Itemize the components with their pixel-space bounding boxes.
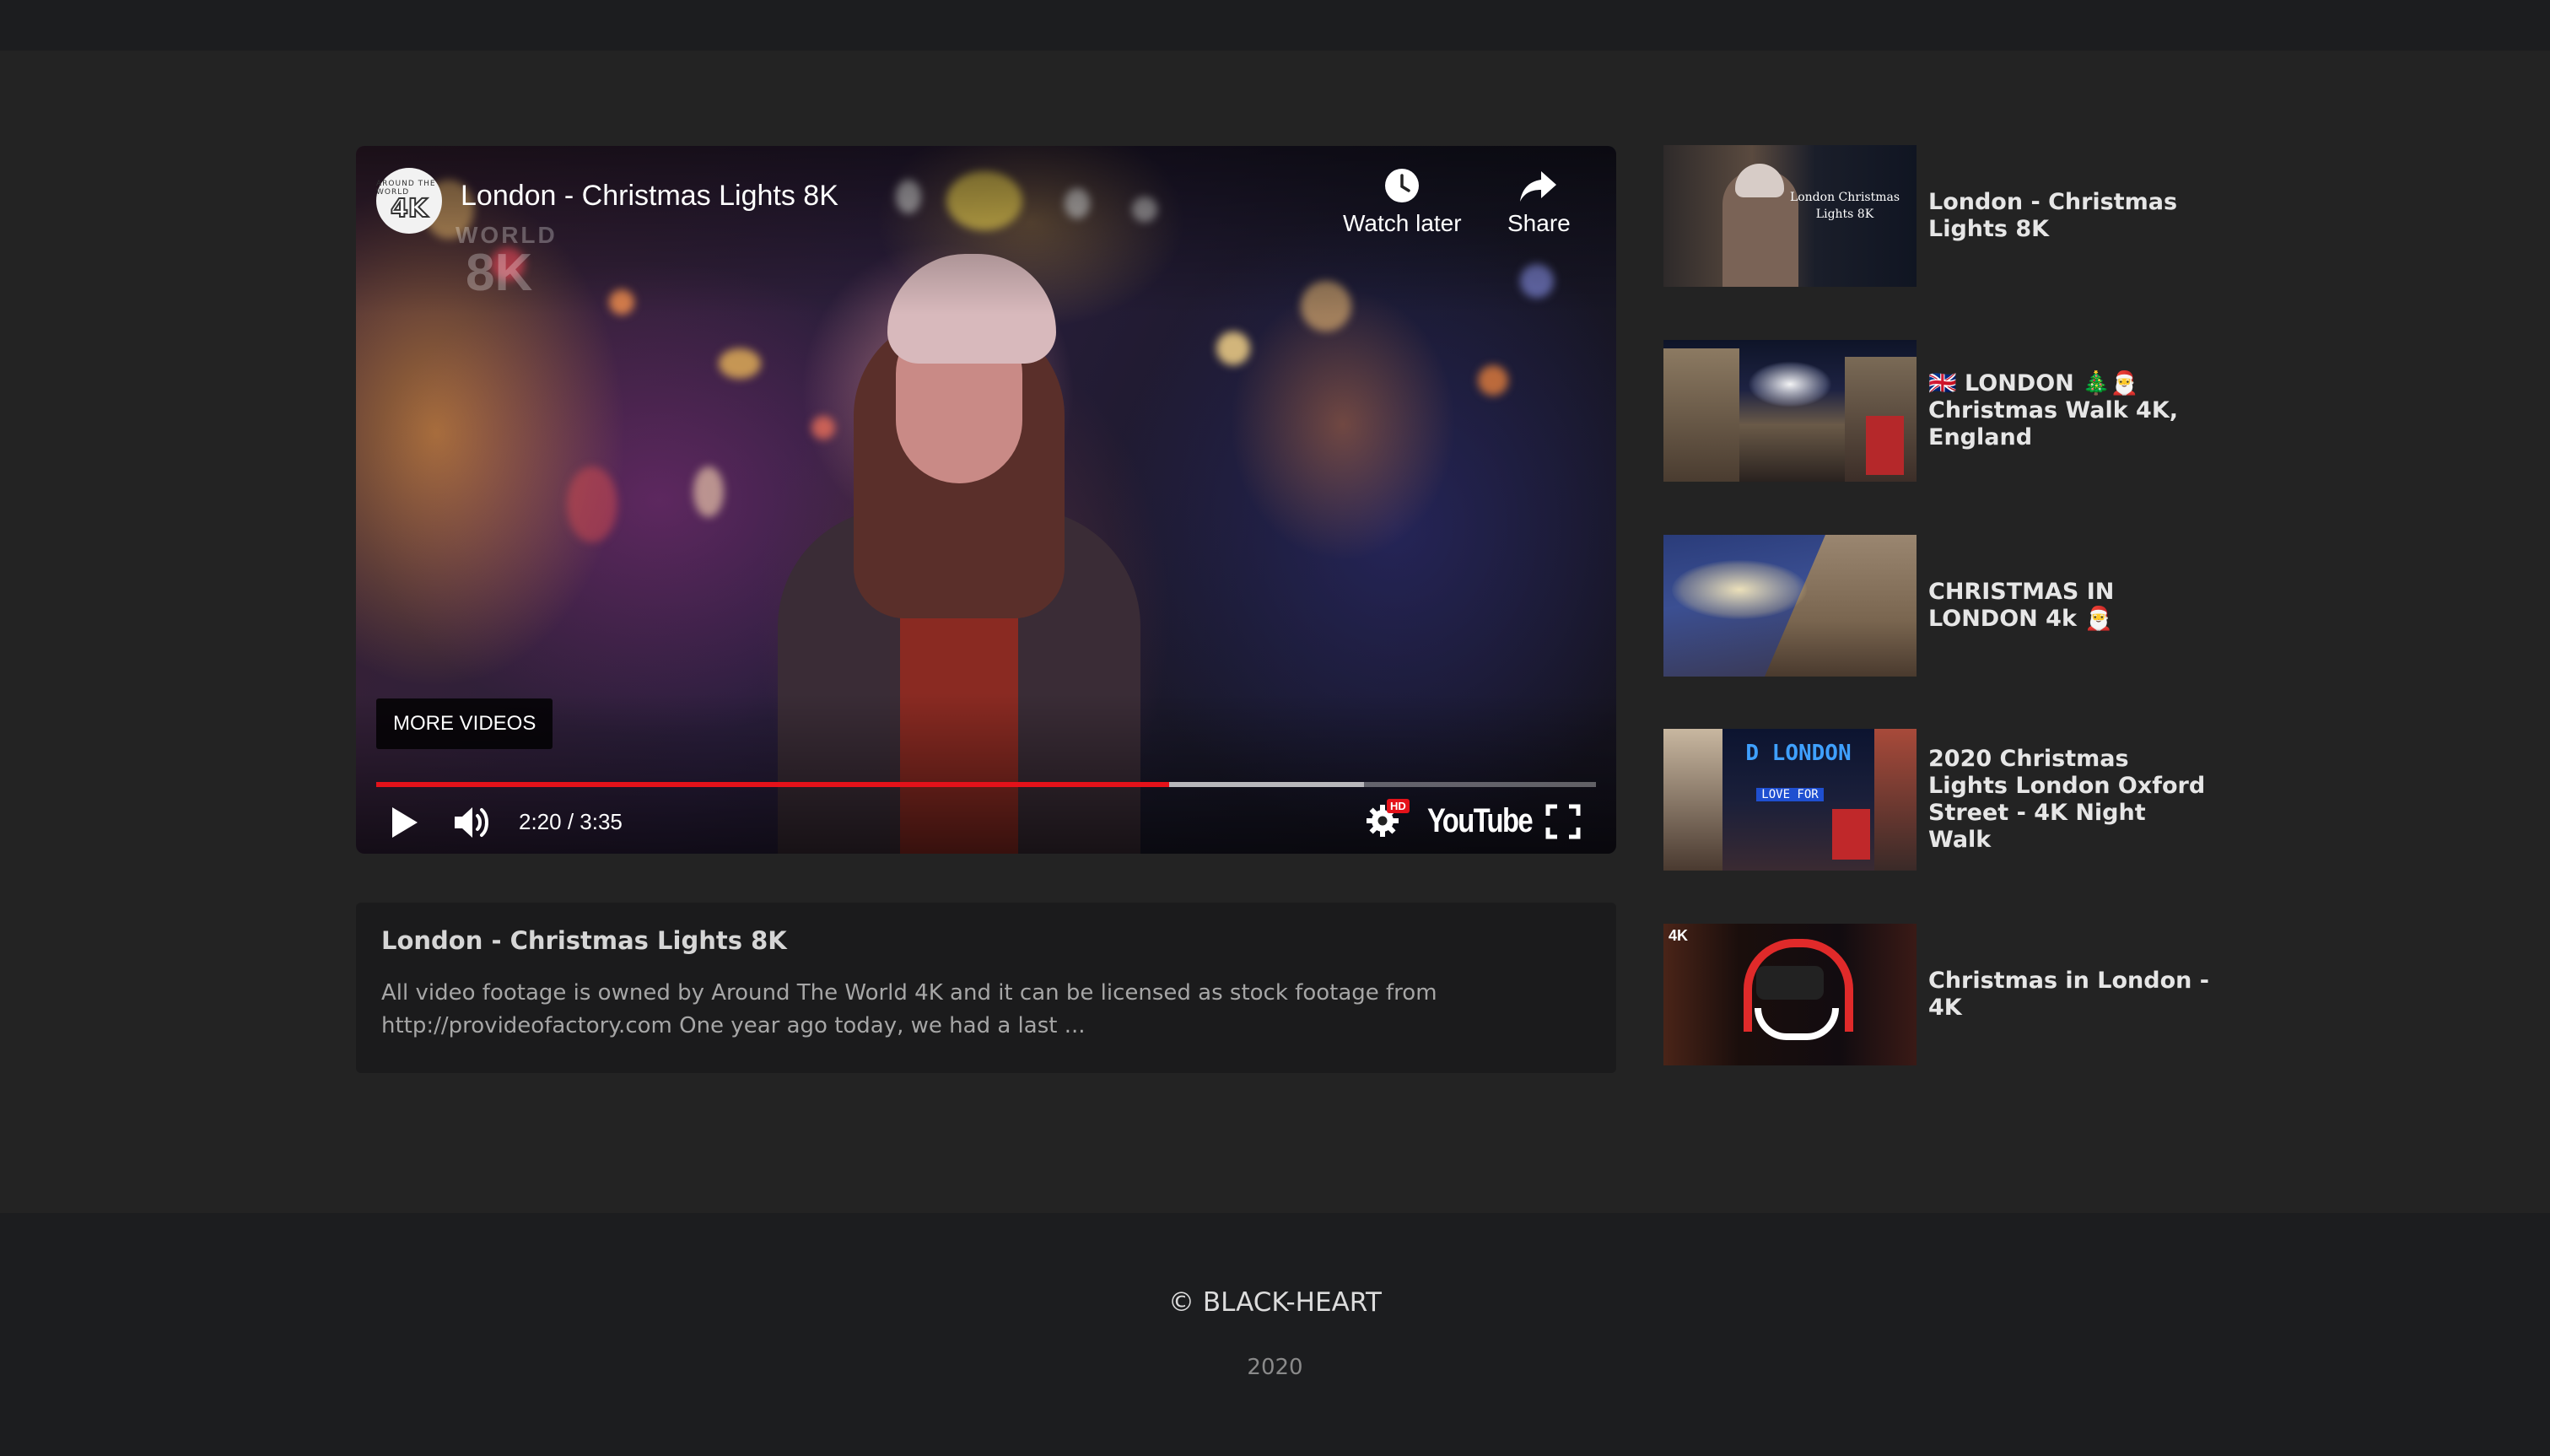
playlist-item-title[interactable]: CHRISTMAS IN LONDON 4k 🎅	[1928, 535, 2215, 677]
progress-played	[376, 782, 1169, 787]
hd-badge: HD	[1387, 799, 1410, 813]
bokeh-light	[693, 466, 724, 517]
thumb-red-bus	[1866, 416, 1904, 475]
video-thumbnail[interactable]	[1663, 340, 1917, 482]
playlist-item[interactable]: CHRISTMAS IN LONDON 4k 🎅	[1663, 535, 2220, 677]
bokeh-light	[1216, 332, 1250, 365]
video-player[interactable]: AROUND THE WORLD 4K London - Christmas L…	[356, 146, 1616, 854]
bokeh-light	[567, 466, 617, 542]
top-bar	[0, 0, 2550, 51]
video-description-card: London - Christmas Lights 8K All video f…	[356, 903, 1616, 1073]
watch-later-button[interactable]: Watch later	[1343, 166, 1462, 237]
thumb-sign-text-2: LOVE FOR	[1756, 788, 1824, 801]
footer-year: 2020	[1247, 1355, 1303, 1380]
share-label: Share	[1507, 210, 1571, 236]
playlist-item-title[interactable]: 🇬🇧 LONDON 🎄🎅 Christmas Walk 4K, England	[1928, 340, 2215, 482]
progress-bar[interactable]	[376, 782, 1596, 787]
play-button[interactable]	[390, 806, 420, 843]
thumb-building-right	[1874, 729, 1917, 871]
clock-icon	[1385, 169, 1420, 202]
playlist-item[interactable]: London Christmas Lights 8K London - Chri…	[1663, 145, 2220, 287]
volume-button[interactable]	[452, 804, 493, 844]
channel-watermark: WORLD 8K	[456, 224, 558, 299]
playlist-item[interactable]: 4K Christmas in London - 4K	[1663, 924, 2220, 1065]
description-title: London - Christmas Lights 8K	[381, 926, 787, 955]
video-thumbnail[interactable]: London Christmas Lights 8K	[1663, 145, 1917, 287]
share-arrow-icon	[1520, 171, 1557, 202]
thumb-mustache	[1755, 1008, 1839, 1040]
thumb-4k-badge: 4K	[1669, 927, 1689, 944]
thumb-hat	[1735, 164, 1784, 197]
channel-avatar[interactable]: AROUND THE WORLD 4K	[376, 168, 442, 234]
thumb-title-text: London Christmas Lights 8K	[1789, 191, 1900, 221]
playlist-item[interactable]: 🇬🇧 LONDON 🎄🎅 Christmas Walk 4K, England	[1663, 340, 2220, 482]
youtube-logo[interactable]: YouTube	[1427, 802, 1534, 840]
playlist-item-title[interactable]: London - Christmas Lights 8K	[1928, 145, 2215, 287]
bokeh-light	[811, 416, 835, 439]
volume-icon	[455, 807, 488, 838]
thumb-red-bus	[1832, 809, 1870, 860]
playlist-item[interactable]: D LONDON LOVE FOR 2020 Christmas Lights …	[1663, 729, 2220, 871]
more-videos-button[interactable]: MORE VIDEOS	[376, 698, 553, 749]
playlist-item-title[interactable]: 2020 Christmas Lights London Oxford Stre…	[1928, 729, 2215, 871]
thumb-sign-text: D LONDON	[1745, 741, 1852, 766]
video-thumbnail[interactable]: 4K	[1663, 924, 1917, 1065]
play-icon	[392, 807, 418, 838]
footer-copyright: © BLACK-HEART	[1168, 1287, 1382, 1318]
footer: © BLACK-HEART 2020	[0, 1213, 2550, 1456]
thumb-building-left	[1663, 348, 1739, 482]
player-title[interactable]: London - Christmas Lights 8K	[461, 180, 838, 213]
watch-later-label: Watch later	[1343, 210, 1462, 236]
video-thumbnail[interactable]: D LONDON LOVE FOR	[1663, 729, 1917, 871]
description-text: All video footage is owned by Around The…	[381, 980, 1437, 1038]
thumb-angel-lights	[1748, 361, 1832, 407]
thumb-angel-lights	[1672, 560, 1807, 619]
channel-avatar-big-text: 4K	[390, 194, 429, 224]
thumb-face	[1756, 966, 1824, 1000]
share-button[interactable]: Share	[1507, 166, 1571, 237]
video-thumbnail[interactable]	[1663, 535, 1917, 677]
fullscreen-icon	[1545, 804, 1581, 839]
player-controls: 2:20 / 3:35 HD YouTube	[356, 797, 1616, 848]
time-display: 2:20 / 3:35	[519, 809, 623, 834]
bokeh-light	[1478, 365, 1508, 396]
fullscreen-button[interactable]	[1545, 804, 1581, 843]
bokeh-light	[719, 348, 761, 379]
playlist-item-title[interactable]: Christmas in London - 4K	[1928, 924, 2215, 1065]
watermark-big-text: 8K	[466, 244, 533, 302]
thumb-building-left	[1663, 729, 1722, 871]
